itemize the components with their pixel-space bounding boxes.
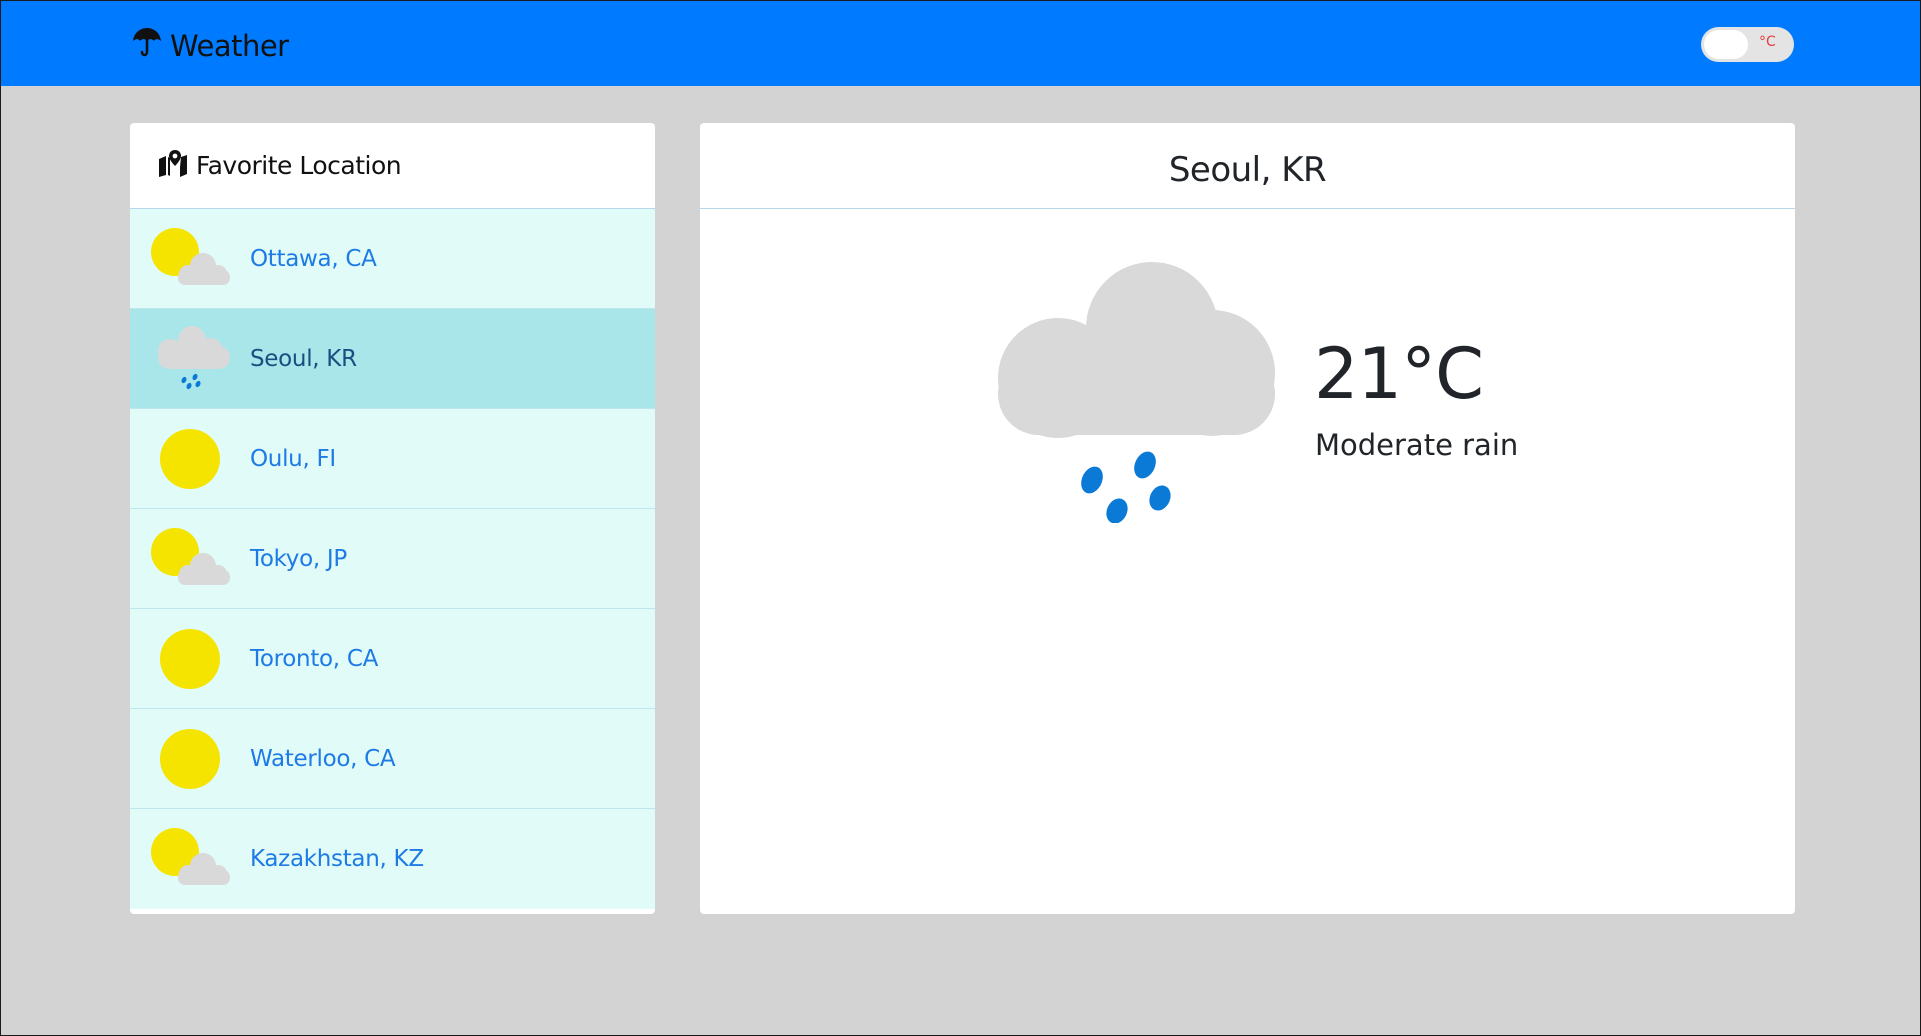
location-item[interactable]: Waterloo, CA xyxy=(130,709,655,809)
location-item[interactable]: Ottawa, CA xyxy=(130,209,655,309)
rain-icon xyxy=(990,243,1290,524)
brand[interactable]: Weather xyxy=(130,25,289,66)
location-item[interactable]: Toronto, CA xyxy=(130,609,655,709)
navbar: Weather °C xyxy=(1,1,1920,86)
location-item[interactable]: Tokyo, JP xyxy=(130,509,655,609)
favorites-header: Favorite Location xyxy=(130,123,655,209)
app-title: Weather xyxy=(170,28,289,63)
sun-icon xyxy=(150,624,230,694)
location-name[interactable]: Seoul, KR xyxy=(250,346,357,372)
location-name[interactable]: Waterloo, CA xyxy=(250,746,396,772)
toggle-knob xyxy=(1704,30,1748,59)
weather-condition: Moderate rain xyxy=(1315,428,1519,462)
location-name[interactable]: Kazakhstan, KZ xyxy=(250,846,424,872)
temperature: 21°C xyxy=(1314,333,1484,415)
location-name[interactable]: Oulu, FI xyxy=(250,446,336,472)
partly-cloudy-icon xyxy=(150,524,230,594)
partly-cloudy-icon xyxy=(150,824,230,894)
detail-location-title: Seoul, KR xyxy=(700,123,1795,209)
sun-icon xyxy=(150,424,230,494)
location-name[interactable]: Tokyo, JP xyxy=(250,546,347,572)
unit-label: °C xyxy=(1759,34,1776,50)
location-item[interactable]: Oulu, FI xyxy=(130,409,655,509)
rain-icon xyxy=(150,324,230,394)
favorite-locations-card: Favorite Location Ottawa, CA Seoul, KR Oul… xyxy=(130,123,655,914)
unit-toggle[interactable]: °C xyxy=(1701,27,1794,62)
location-item[interactable]: Seoul, KR xyxy=(130,309,655,409)
partly-cloudy-icon xyxy=(150,224,230,294)
location-list: Ottawa, CA Seoul, KR Oulu, FI Tokyo, JP Toro… xyxy=(130,209,655,909)
favorites-title: Favorite Location xyxy=(196,151,402,180)
sun-icon xyxy=(150,724,230,794)
location-name[interactable]: Toronto, CA xyxy=(250,646,378,672)
map-marker-icon xyxy=(158,149,196,183)
location-item[interactable]: Kazakhstan, KZ xyxy=(130,809,655,909)
weather-detail-card: Seoul, KR 21°C Moderate rain xyxy=(700,123,1795,914)
location-name[interactable]: Ottawa, CA xyxy=(250,246,377,272)
umbrella-icon xyxy=(130,25,170,66)
